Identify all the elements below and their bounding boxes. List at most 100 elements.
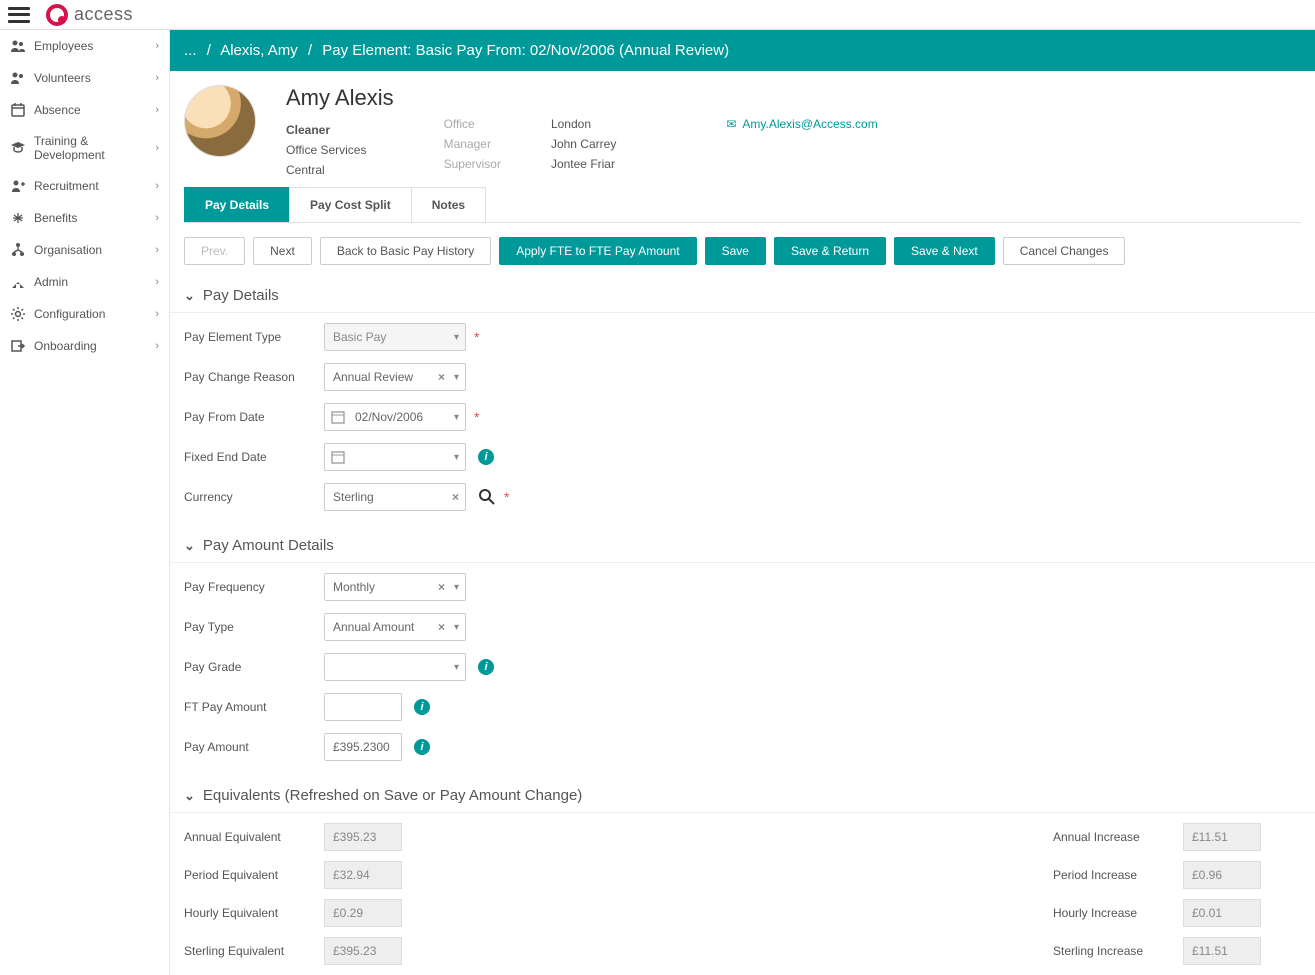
- chevron-down-icon: ⌄: [184, 788, 195, 804]
- sidebar-item-recruitment[interactable]: Recruitment ›: [0, 170, 169, 202]
- info-icon[interactable]: i: [478, 449, 494, 465]
- onboarding-icon: [10, 338, 26, 354]
- sidebar-item-configuration[interactable]: Configuration›: [0, 298, 169, 330]
- sidebar-item-label: Volunteers: [34, 71, 91, 85]
- prev-button[interactable]: Prev.: [184, 237, 245, 265]
- back-button[interactable]: Back to Basic Pay History: [320, 237, 491, 265]
- save-next-button[interactable]: Save & Next: [894, 237, 995, 265]
- next-button[interactable]: Next: [253, 237, 312, 265]
- section-title: Pay Amount Details: [203, 537, 334, 554]
- tab-pay-details[interactable]: Pay Details: [184, 187, 290, 222]
- pay-from-date-input[interactable]: 02/Nov/2006▾: [324, 403, 466, 431]
- period-equivalent-value: £32.94: [324, 861, 402, 889]
- office-label: Office: [444, 117, 501, 131]
- pay-change-reason-select[interactable]: Annual Review×▾: [324, 363, 466, 391]
- office-value: London: [551, 117, 616, 131]
- breadcrumb-ellipsis[interactable]: ...: [184, 42, 197, 59]
- save-return-button[interactable]: Save & Return: [774, 237, 886, 265]
- period-increase-label: Period Increase: [1053, 868, 1183, 882]
- section-equivalents[interactable]: ⌄ Equivalents (Refreshed on Save or Pay …: [170, 779, 1315, 813]
- pay-amount-input[interactable]: [324, 733, 402, 761]
- clear-icon[interactable]: ×: [452, 490, 459, 504]
- chevron-right-icon: ›: [155, 212, 159, 224]
- chevron-right-icon: ›: [155, 104, 159, 116]
- sidebar-item-admin[interactable]: Admin›: [0, 266, 169, 298]
- caret-down-icon: ▾: [454, 332, 459, 343]
- breadcrumb: ... / Alexis, Amy / Pay Element: Basic P…: [170, 30, 1315, 71]
- sidebar-item-training[interactable]: Training & Development›: [0, 126, 169, 170]
- sidebar-item-benefits[interactable]: Benefits ›: [0, 202, 169, 234]
- apply-fte-button[interactable]: Apply FTE to FTE Pay Amount: [499, 237, 696, 265]
- sidebar-item-employees[interactable]: Employees›: [0, 30, 169, 62]
- sidebar-item-onboarding[interactable]: Onboarding›: [0, 330, 169, 362]
- brand-logo[interactable]: access: [46, 4, 133, 26]
- tab-pay-cost-split[interactable]: Pay Cost Split: [289, 187, 412, 222]
- supervisor-label: Supervisor: [444, 157, 501, 171]
- breadcrumb-person[interactable]: Alexis, Amy: [220, 42, 298, 59]
- chevron-right-icon: ›: [155, 276, 159, 288]
- hourly-equivalent-value: £0.29: [324, 899, 402, 927]
- profile-name: Amy Alexis: [286, 85, 394, 111]
- currency-label: Currency: [184, 490, 324, 504]
- clear-icon[interactable]: ×: [438, 580, 445, 594]
- mail-icon: ✉: [726, 117, 736, 131]
- search-icon[interactable]: [478, 488, 496, 506]
- sidebar-item-label: Training & Development: [34, 134, 155, 162]
- info-icon[interactable]: i: [414, 699, 430, 715]
- pay-frequency-select[interactable]: Monthly×▾: [324, 573, 466, 601]
- section-pay-details[interactable]: ⌄ Pay Details: [170, 279, 1315, 313]
- annual-increase-value: £11.51: [1183, 823, 1261, 851]
- section-title: Equivalents (Refreshed on Save or Pay Am…: [203, 787, 582, 804]
- pay-element-type-select[interactable]: Basic Pay▾: [324, 323, 466, 351]
- required-icon: *: [474, 409, 479, 425]
- profile-email[interactable]: Amy.Alexis@Access.com: [742, 117, 877, 131]
- pay-type-label: Pay Type: [184, 620, 324, 634]
- pay-amount-label: Pay Amount: [184, 740, 324, 754]
- hamburger-menu[interactable]: [8, 7, 30, 23]
- annual-increase-label: Annual Increase: [1053, 830, 1183, 844]
- cancel-button[interactable]: Cancel Changes: [1003, 237, 1126, 265]
- logo-icon: [46, 4, 68, 26]
- admin-icon: [10, 274, 26, 290]
- currency-input[interactable]: Sterling×: [324, 483, 466, 511]
- hourly-equivalent-label: Hourly Equivalent: [184, 906, 324, 920]
- training-icon: [10, 140, 26, 156]
- annual-equivalent-label: Annual Equivalent: [184, 830, 324, 844]
- calendar-icon: [331, 410, 345, 424]
- chevron-down-icon: ⌄: [184, 538, 195, 554]
- section-pay-amount-details[interactable]: ⌄ Pay Amount Details: [170, 529, 1315, 563]
- chevron-right-icon: ›: [155, 72, 159, 84]
- sidebar-item-absence[interactable]: Absence ›: [0, 94, 169, 126]
- required-icon: *: [504, 489, 509, 505]
- hourly-increase-label: Hourly Increase: [1053, 906, 1183, 920]
- tab-notes[interactable]: Notes: [411, 187, 486, 222]
- sidebar-item-label: Benefits: [34, 211, 77, 225]
- clear-icon[interactable]: ×: [438, 370, 445, 384]
- pay-element-type-label: Pay Element Type: [184, 330, 324, 344]
- profile-region: Central: [286, 163, 394, 177]
- clear-icon[interactable]: ×: [438, 620, 445, 634]
- pay-type-select[interactable]: Annual Amount×▾: [324, 613, 466, 641]
- save-button[interactable]: Save: [705, 237, 766, 265]
- chevron-right-icon: ›: [155, 180, 159, 192]
- pay-grade-select[interactable]: ▾: [324, 653, 466, 681]
- chevron-down-icon: ⌄: [184, 288, 195, 304]
- breadcrumb-page: Pay Element: Basic Pay From: 02/Nov/2006…: [322, 42, 729, 59]
- sidebar-item-label: Recruitment: [34, 179, 99, 193]
- sidebar-item-label: Absence: [34, 103, 81, 117]
- info-icon[interactable]: i: [478, 659, 494, 675]
- chevron-right-icon: ›: [155, 244, 159, 256]
- sidebar-item-organisation[interactable]: Organisation›: [0, 234, 169, 266]
- pay-from-date-label: Pay From Date: [184, 410, 324, 424]
- benefits-icon: [10, 210, 26, 226]
- fixed-end-date-input[interactable]: ▾: [324, 443, 466, 471]
- pay-frequency-label: Pay Frequency: [184, 580, 324, 594]
- required-icon: *: [474, 329, 479, 345]
- sterling-equivalent-label: Sterling Equivalent: [184, 944, 324, 958]
- ft-pay-amount-input[interactable]: [324, 693, 402, 721]
- chevron-right-icon: ›: [155, 40, 159, 52]
- sidebar-item-volunteers[interactable]: Volunteers ›: [0, 62, 169, 94]
- fixed-end-date-label: Fixed End Date: [184, 450, 324, 464]
- caret-down-icon: ▾: [454, 372, 459, 383]
- info-icon[interactable]: i: [414, 739, 430, 755]
